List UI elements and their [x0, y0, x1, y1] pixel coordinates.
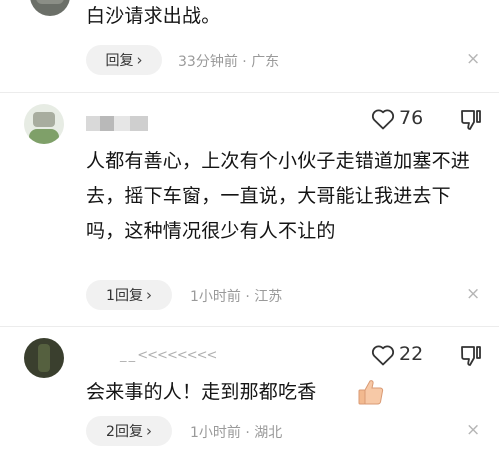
heart-icon[interactable] — [371, 344, 395, 366]
comment-text: 会来事的人！走到那都吃香 — [86, 381, 317, 403]
close-icon[interactable]: × — [466, 284, 480, 304]
thumbs-down-icon[interactable] — [459, 108, 483, 132]
chevron-right-icon: › — [136, 51, 143, 69]
chevron-right-icon: › — [145, 286, 152, 304]
comment-meta: 1小时前 · 湖北 — [190, 422, 282, 442]
divider — [0, 326, 499, 327]
reply-button[interactable]: 1回复 › — [86, 280, 172, 310]
thumbs-down-icon[interactable] — [459, 344, 483, 368]
reply-button[interactable]: 回复 › — [86, 45, 162, 75]
comment-meta: 1小时前 · 江苏 — [190, 286, 282, 306]
divider — [0, 92, 499, 93]
heart-icon[interactable] — [371, 108, 395, 130]
thumbs-up-emoji — [358, 380, 384, 405]
like-count: 22 — [399, 343, 424, 365]
timestamp: 1小时前 — [190, 289, 241, 305]
close-icon[interactable]: × — [466, 420, 480, 440]
location: 江苏 — [254, 289, 283, 305]
meta-separator: · — [245, 289, 250, 305]
username[interactable]: _ _ <<<<<<<< — [120, 348, 217, 363]
comment-text: 白沙请求出战。 — [86, 5, 221, 27]
avatar[interactable] — [24, 338, 64, 378]
timestamp: 1小时前 — [190, 425, 241, 441]
avatar[interactable] — [24, 104, 64, 144]
location: 广东 — [251, 54, 280, 70]
username-redacted[interactable] — [86, 116, 148, 131]
chevron-right-icon: › — [145, 422, 152, 440]
avatar[interactable] — [30, 0, 70, 16]
location: 湖北 — [254, 425, 283, 441]
meta-separator: · — [245, 425, 250, 441]
timestamp: 33分钟前 — [178, 54, 238, 70]
comment-meta: 33分钟前 · 广东 — [178, 51, 279, 71]
like-count: 76 — [399, 107, 424, 129]
reply-button[interactable]: 2回复 › — [86, 416, 172, 446]
close-icon[interactable]: × — [466, 49, 480, 69]
reply-label: 1回复 — [106, 288, 143, 304]
reply-label: 2回复 — [106, 424, 143, 440]
reply-label: 回复 — [105, 53, 134, 69]
meta-separator: · — [242, 54, 247, 70]
comment-text: 人都有善心，上次有个小伙子走错道加塞不进去，摇下车窗，一直说，大哥能让我进去下吗… — [86, 150, 471, 242]
